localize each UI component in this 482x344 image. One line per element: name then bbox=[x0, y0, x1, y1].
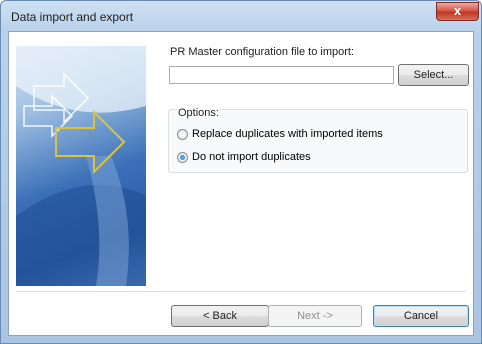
wizard-banner bbox=[16, 46, 146, 286]
radio-label: Do not import duplicates bbox=[192, 151, 311, 164]
options-legend: Options: bbox=[177, 107, 220, 119]
back-button[interactable]: < Back bbox=[171, 305, 269, 327]
select-file-button[interactable]: Select... bbox=[398, 64, 469, 86]
close-icon: x bbox=[453, 3, 462, 18]
file-path-input[interactable] bbox=[169, 66, 394, 84]
wizard-arrow-graphic bbox=[16, 46, 146, 286]
radio-label: Replace duplicates with imported items bbox=[192, 128, 383, 141]
radio-unchecked-icon[interactable] bbox=[177, 128, 188, 140]
next-button[interactable]: Next -> bbox=[268, 305, 362, 327]
window-title: Data import and export bbox=[11, 10, 134, 24]
radio-replace-duplicates[interactable]: Replace duplicates with imported items bbox=[177, 128, 383, 140]
close-button[interactable]: x bbox=[436, 2, 479, 21]
file-label: PR Master configuration file to import: bbox=[170, 46, 355, 58]
radio-checked-icon[interactable] bbox=[177, 151, 188, 163]
footer-divider bbox=[16, 291, 466, 292]
radio-do-not-import[interactable]: Do not import duplicates bbox=[177, 151, 311, 163]
cancel-button[interactable]: Cancel bbox=[373, 305, 469, 327]
